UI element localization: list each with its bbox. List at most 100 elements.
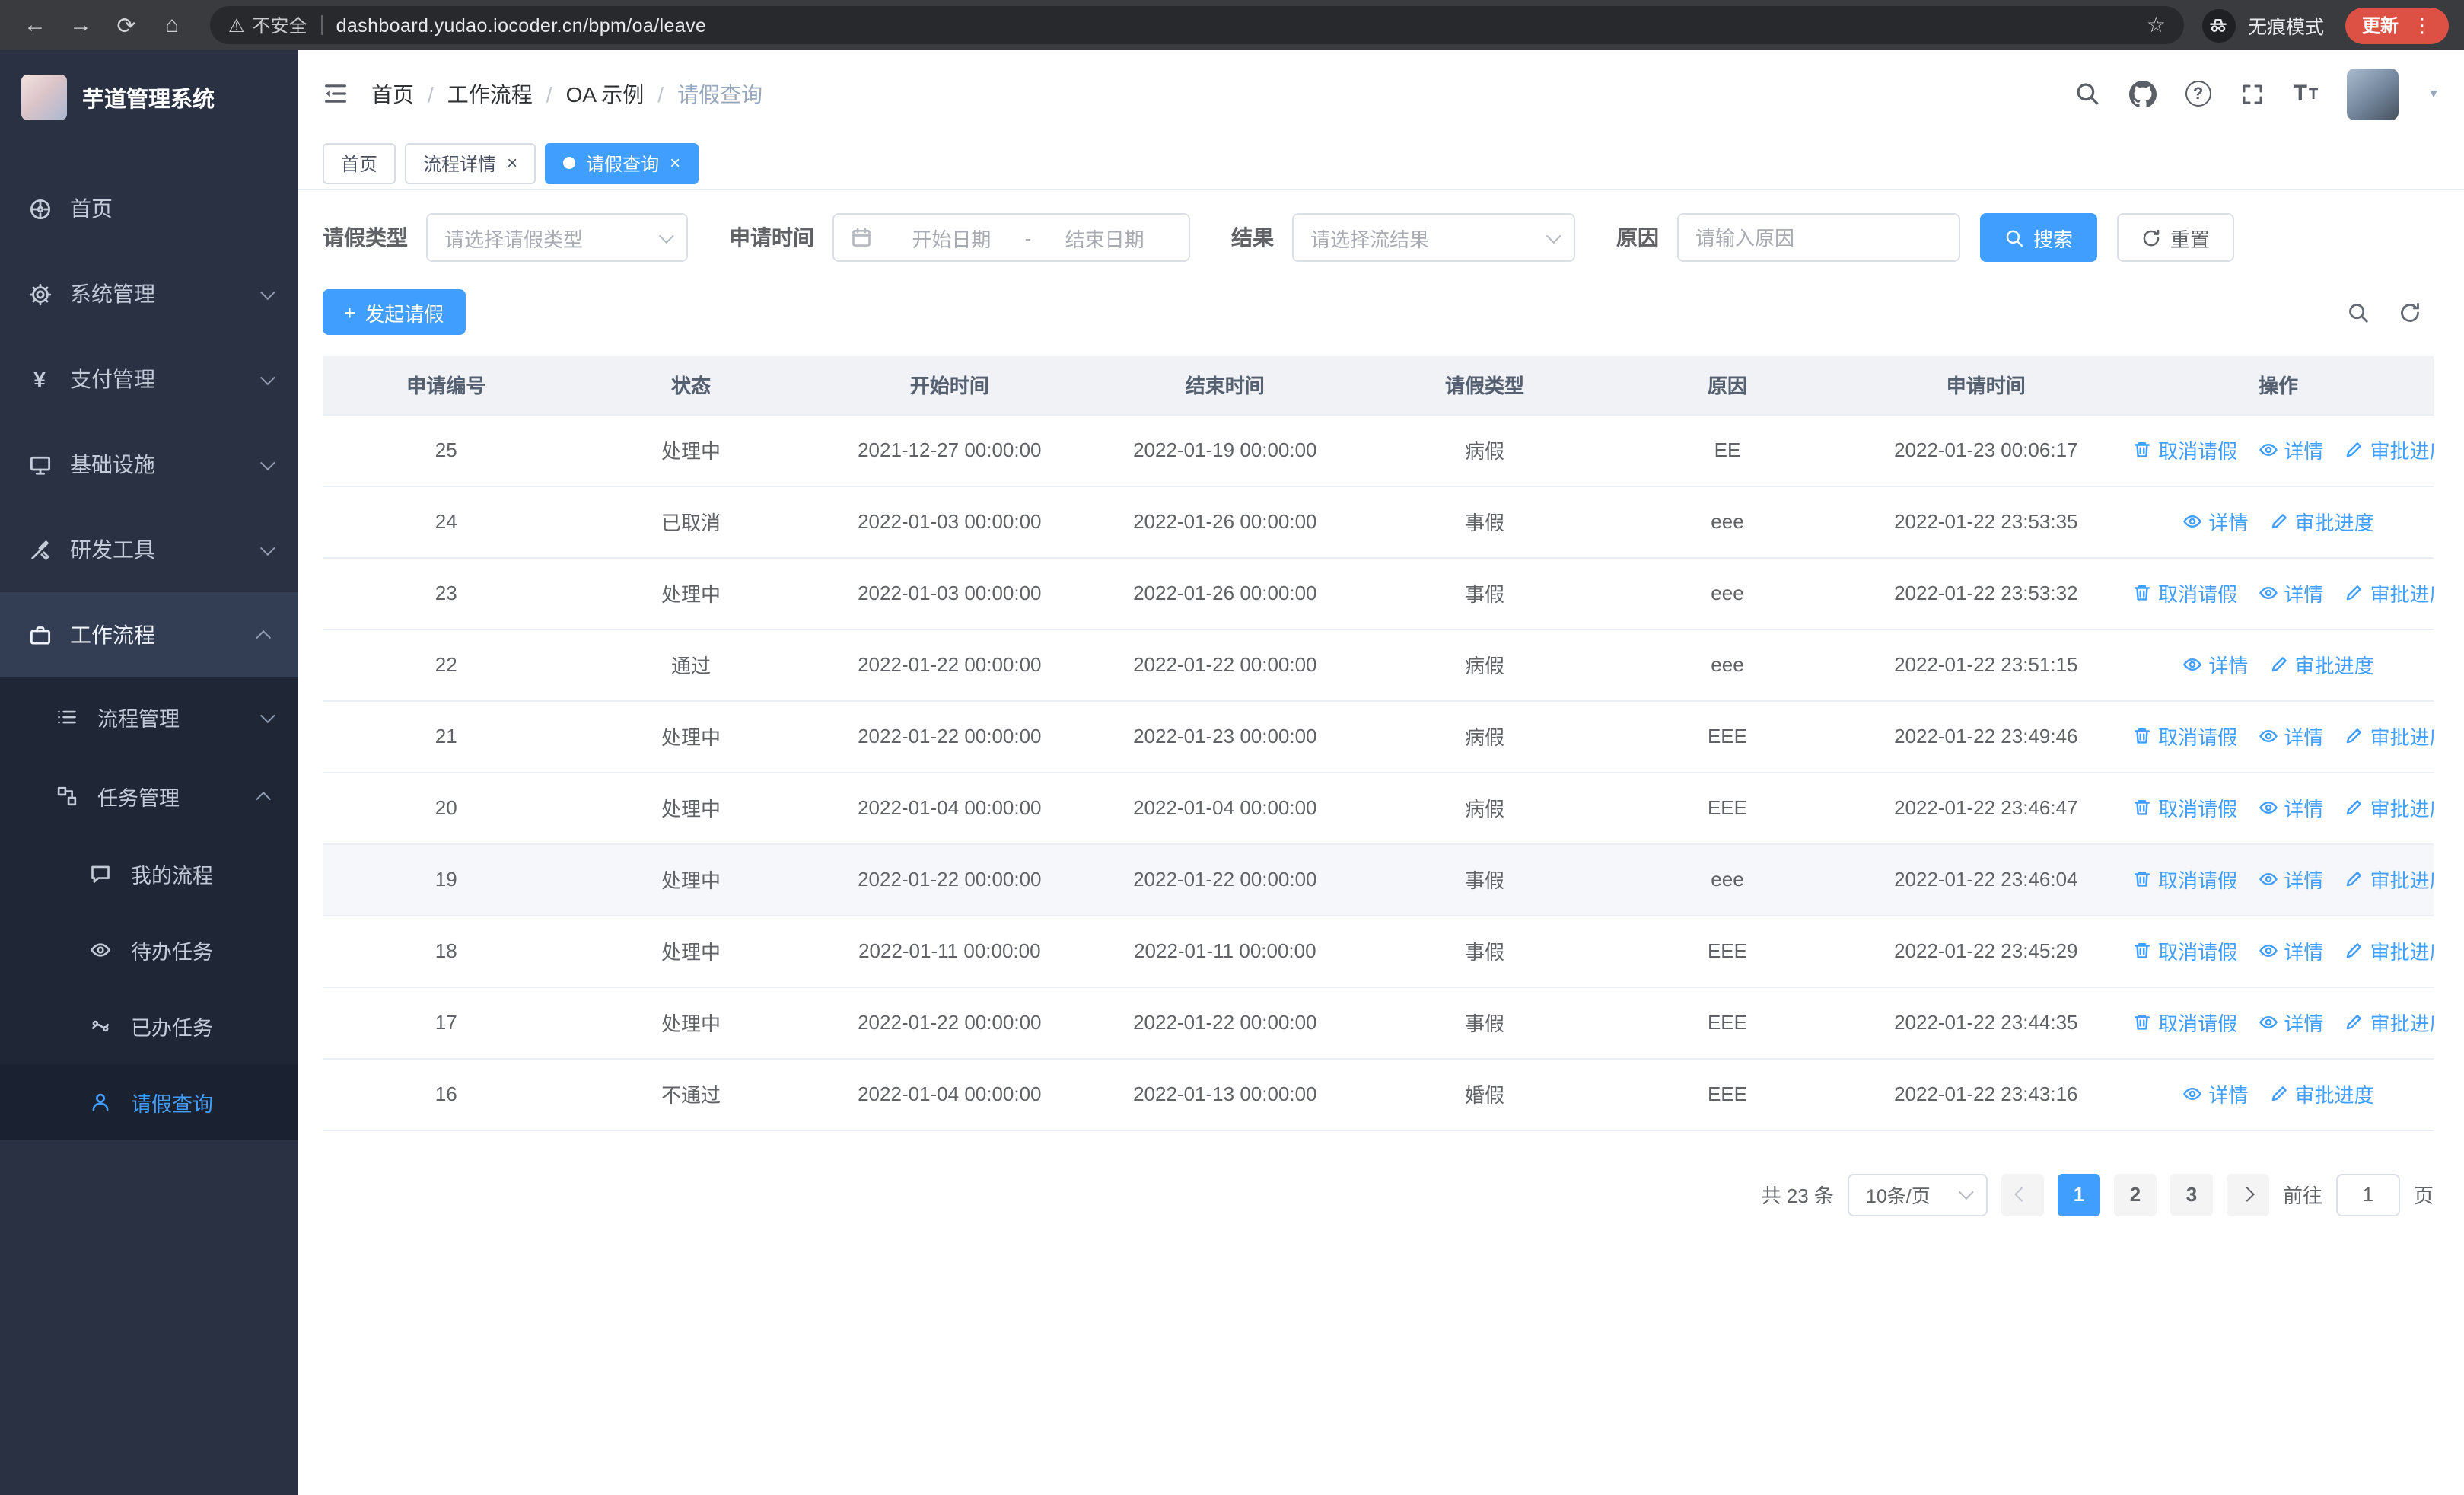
sidebar-item-system[interactable]: 系统管理 — [0, 251, 298, 336]
result-select[interactable]: 请选择流结果 — [1292, 213, 1575, 262]
dashboard-icon — [27, 197, 52, 220]
sidebar-item-label: 研发工具 — [70, 537, 155, 562]
approval-progress-link[interactable]: 审批进度 — [2269, 650, 2374, 679]
column-header: 结束时间 — [1087, 356, 1364, 415]
cancel-leave-link[interactable]: 取消请假 — [2132, 865, 2237, 894]
approval-progress-link[interactable]: 审批进度 — [2345, 579, 2434, 607]
help-icon[interactable]: ? — [2185, 81, 2211, 107]
page-content: 请假类型 请选择请假类型 申请时间 开始日期 - 结束日期 结果 请选择流结果 … — [298, 190, 2464, 1495]
cell-apply-id: 25 — [323, 414, 570, 486]
sidebar-item-home[interactable]: 首页 — [0, 166, 298, 251]
table-row: 22 通过 2022-01-22 00:00:00 2022-01-22 00:… — [323, 629, 2434, 701]
back-button[interactable]: ← — [15, 5, 55, 45]
tab-home[interactable]: 首页 — [323, 142, 396, 183]
approval-progress-link[interactable]: 审批进度 — [2345, 936, 2434, 965]
cancel-leave-link[interactable]: 取消请假 — [2132, 435, 2237, 464]
goto-unit: 页 — [2413, 1184, 2434, 1207]
approval-progress-link[interactable]: 审批进度 — [2345, 435, 2434, 464]
sidebar-item-pending-tasks[interactable]: 待办任务 — [0, 912, 298, 988]
cancel-leave-link[interactable]: 取消请假 — [2132, 722, 2237, 751]
refresh-icon[interactable] — [2399, 301, 2421, 324]
cancel-leave-link[interactable]: 取消请假 — [2132, 793, 2237, 822]
next-page-button[interactable] — [2226, 1173, 2269, 1216]
forward-button[interactable]: → — [61, 5, 100, 45]
cancel-leave-link[interactable]: 取消请假 — [2132, 1008, 2237, 1037]
approval-progress-label: 审批进度 — [2370, 440, 2434, 463]
close-icon[interactable]: × — [670, 154, 680, 172]
detail-link[interactable]: 详情 — [2258, 1008, 2323, 1037]
sidebar-item-infrastructure[interactable]: 基础设施 — [0, 422, 298, 507]
caret-down-icon[interactable]: ▼ — [2427, 87, 2440, 100]
page-size-select[interactable]: 10条/页 — [1847, 1173, 1988, 1216]
sidebar-item-payment[interactable]: ¥ 支付管理 — [0, 336, 298, 422]
detail-link[interactable]: 详情 — [2258, 936, 2323, 965]
sidebar-item-workflow[interactable]: 工作流程 — [0, 592, 298, 677]
detail-link[interactable]: 详情 — [2258, 579, 2323, 607]
fullscreen-icon[interactable] — [2240, 81, 2265, 106]
url-text: dashboard.yudao.iocoder.cn/bpm/oa/leave — [336, 14, 707, 36]
avatar[interactable] — [2347, 68, 2399, 120]
sidebar-item-task-management[interactable]: 任务管理 — [0, 757, 298, 836]
date-range-picker[interactable]: 开始日期 - 结束日期 — [832, 213, 1190, 262]
sidebar-item-label: 流程管理 — [97, 708, 180, 731]
browser-menu-icon[interactable]: ⋮ — [2412, 13, 2432, 37]
sidebar-item-my-processes[interactable]: 我的流程 — [0, 836, 298, 912]
cancel-leave-link[interactable]: 取消请假 — [2132, 936, 2237, 965]
sidebar-item-done-tasks[interactable]: 已办任务 — [0, 988, 298, 1064]
page-button-1[interactable]: 1 — [2057, 1173, 2100, 1216]
tab-process-detail[interactable]: 流程详情 × — [405, 142, 536, 183]
detail-link[interactable]: 详情 — [2182, 650, 2248, 679]
home-button[interactable]: ⌂ — [152, 5, 192, 45]
page-button-3[interactable]: 3 — [2170, 1173, 2213, 1216]
detail-link[interactable]: 详情 — [2258, 435, 2323, 464]
cell-apply-id: 20 — [323, 772, 570, 844]
breadcrumb-item[interactable]: 首页 — [371, 78, 414, 109]
create-leave-button[interactable]: + 发起请假 — [323, 289, 466, 335]
bookmark-star-icon[interactable]: ☆ — [2147, 12, 2166, 38]
sidebar-item-label: 任务管理 — [97, 787, 180, 810]
update-label: 更新 — [2361, 15, 2399, 37]
url-bar[interactable]: ⚠ 不安全 dashboard.yudao.iocoder.cn/bpm/oa/… — [210, 6, 2184, 44]
chevron-down-icon — [259, 540, 275, 556]
reset-button[interactable]: 重置 — [2117, 213, 2235, 262]
logo[interactable]: 芋道管理系统 — [0, 50, 298, 145]
breadcrumb-item[interactable]: 工作流程 — [447, 78, 533, 109]
sidebar-fold-icon[interactable] — [323, 81, 349, 107]
approval-progress-link[interactable]: 审批进度 — [2345, 1008, 2434, 1037]
approval-progress-link[interactable]: 审批进度 — [2269, 507, 2374, 536]
detail-link[interactable]: 详情 — [2258, 865, 2323, 894]
approval-progress-link[interactable]: 审批进度 — [2345, 793, 2434, 822]
goto-page-input[interactable] — [2335, 1173, 2400, 1216]
detail-link[interactable]: 详情 — [2258, 793, 2323, 822]
cancel-leave-link[interactable]: 取消请假 — [2132, 579, 2237, 607]
sidebar-item-leave-query[interactable]: 请假查询 — [0, 1064, 298, 1140]
sidebar-item-label: 工作流程 — [70, 623, 155, 647]
page-button-2[interactable]: 2 — [2113, 1173, 2157, 1216]
detail-link[interactable]: 详情 — [2258, 722, 2323, 751]
cell-leave-type: 婚假 — [1363, 1058, 1606, 1130]
detail-link[interactable]: 详情 — [2182, 1079, 2248, 1108]
detail-link[interactable]: 详情 — [2182, 507, 2248, 536]
reload-button[interactable]: ⟳ — [107, 5, 146, 45]
close-icon[interactable]: × — [507, 154, 517, 172]
update-button[interactable]: 更新 ⋮ — [2345, 7, 2449, 43]
toggle-search-icon[interactable] — [2347, 301, 2370, 324]
prev-page-button[interactable] — [2001, 1173, 2044, 1216]
search-button[interactable]: 搜索 — [1980, 213, 2098, 262]
cancel-leave-label: 取消请假 — [2158, 1012, 2238, 1035]
approval-progress-link[interactable]: 审批进度 — [2345, 722, 2434, 751]
approval-progress-link[interactable]: 审批进度 — [2345, 865, 2434, 894]
tab-leave-query[interactable]: 请假查询 × — [545, 142, 699, 183]
approval-progress-label: 审批进度 — [2370, 798, 2434, 821]
sidebar-item-devtools[interactable]: 研发工具 — [0, 507, 298, 592]
font-size-small: T — [2308, 87, 2319, 104]
breadcrumb-item[interactable]: OA 示例 — [566, 78, 645, 109]
font-size-icon[interactable]: T T — [2294, 82, 2319, 105]
cell-apply-id: 22 — [323, 629, 570, 701]
search-icon[interactable] — [2074, 81, 2100, 107]
reason-input[interactable] — [1677, 213, 1960, 262]
approval-progress-link[interactable]: 审批进度 — [2269, 1079, 2374, 1108]
leave-type-select[interactable]: 请选择请假类型 — [426, 213, 688, 262]
github-icon[interactable] — [2128, 80, 2157, 107]
sidebar-item-process-management[interactable]: 流程管理 — [0, 677, 298, 757]
